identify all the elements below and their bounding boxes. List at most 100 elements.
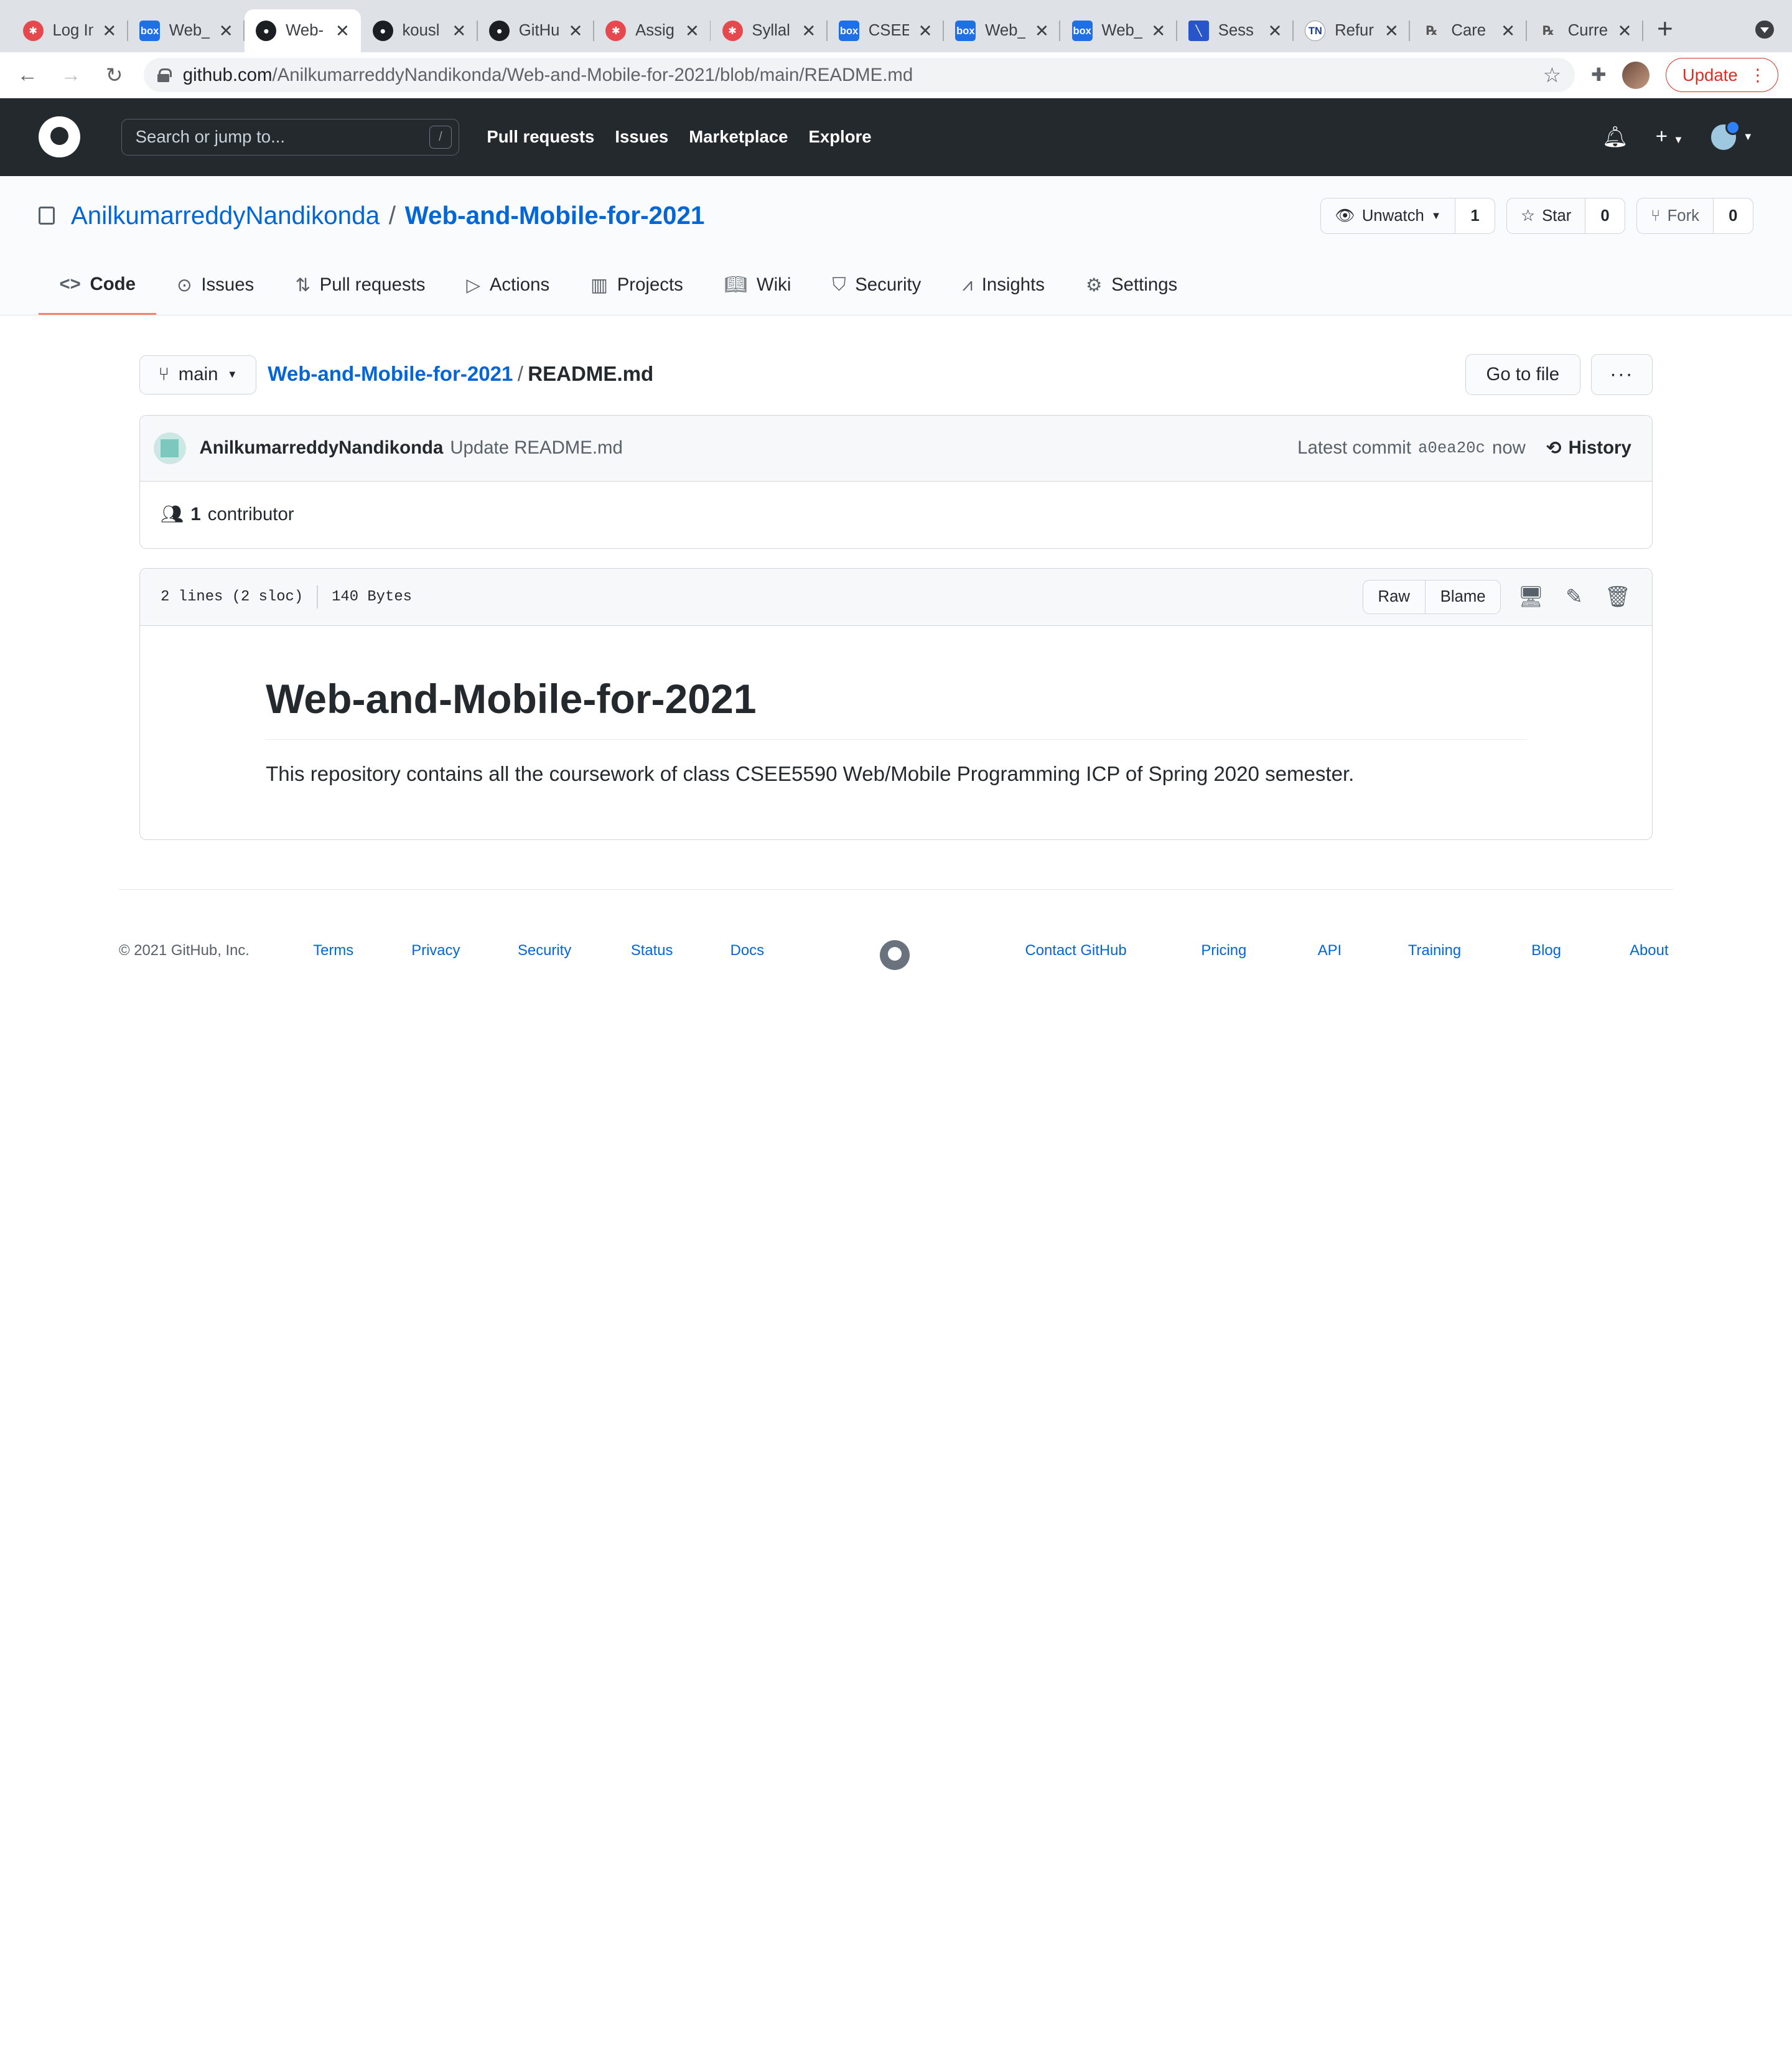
contributors-row[interactable]: 👥︎ 1 contributor	[140, 482, 1652, 548]
user-menu[interactable]: ▼	[1710, 119, 1753, 150]
trash-icon[interactable]: 🗑︎	[1604, 585, 1631, 609]
tab-projects[interactable]: ▥ Projects	[570, 255, 704, 315]
nav-pull-requests[interactable]: Pull requests	[487, 127, 594, 147]
tab-wiki[interactable]: 📖︎ Wiki	[704, 255, 812, 315]
tab-security[interactable]: ⛉ Security	[811, 255, 941, 315]
browser-tab[interactable]: TN Refur ✕	[1294, 9, 1411, 53]
tab-actions[interactable]: ▷ Actions	[446, 255, 571, 315]
address-bar[interactable]: github.com/AnilkumarreddyNandikonda/Web-…	[144, 58, 1575, 93]
footer-link-security[interactable]: Security	[518, 942, 571, 959]
browser-tab[interactable]: ● GitHu ✕	[478, 9, 594, 53]
watch-count[interactable]: 1	[1455, 198, 1495, 234]
footer-link-pricing[interactable]: Pricing	[1201, 942, 1246, 959]
browser-tab[interactable]: box Web_ ✕	[1060, 9, 1177, 53]
footer-link-training[interactable]: Training	[1408, 942, 1461, 959]
desktop-icon[interactable]: 🖥︎	[1517, 585, 1544, 609]
pencil-edit-icon[interactable]: ✎	[1561, 584, 1588, 609]
footer-link-privacy[interactable]: Privacy	[411, 942, 460, 959]
browser-tab[interactable]: ✱ Syllal ✕	[711, 9, 828, 53]
browser-tab[interactable]: ╲ Sess ✕	[1177, 9, 1294, 53]
repo-name-link[interactable]: Web-and-Mobile-for-2021	[405, 201, 705, 230]
rx-icon: ℞	[1542, 24, 1554, 39]
tab-issues[interactable]: ⊙ Issues	[156, 255, 274, 315]
blame-button[interactable]: Blame	[1426, 581, 1501, 613]
update-label: Update	[1682, 65, 1738, 85]
browser-tab[interactable]: ℞ Curre ✕	[1527, 9, 1643, 53]
close-icon[interactable]: ✕	[1151, 21, 1165, 41]
footer-link-terms[interactable]: Terms	[313, 942, 353, 959]
nav-issues[interactable]: Issues	[615, 127, 668, 147]
go-to-file-button[interactable]: Go to file	[1465, 354, 1581, 396]
breadcrumb-repo-link[interactable]: Web-and-Mobile-for-2021	[268, 363, 513, 386]
branch-selector[interactable]: ⑂ main ▼	[139, 355, 256, 394]
author-avatar[interactable]	[154, 432, 186, 465]
file-header: 2 lines (2 sloc) 140 Bytes Raw Blame 🖥︎ …	[140, 568, 1652, 626]
footer-link-blog[interactable]: Blog	[1531, 942, 1561, 959]
forward-arrow-icon[interactable]: →	[57, 63, 85, 87]
fork-button[interactable]: ⑂ Fork	[1637, 198, 1714, 234]
close-icon[interactable]: ✕	[569, 21, 583, 41]
footer-link-contact[interactable]: Contact GitHub	[1025, 942, 1127, 959]
footer-link-api[interactable]: API	[1318, 942, 1342, 959]
create-new-plus-icon[interactable]: + ▼	[1656, 125, 1684, 149]
close-icon[interactable]: ✕	[801, 21, 816, 41]
profile-avatar[interactable]	[1622, 61, 1650, 89]
github-logo-icon[interactable]	[880, 940, 910, 970]
tab-settings[interactable]: ⚙ Settings	[1065, 255, 1198, 315]
reload-icon[interactable]: ↻	[101, 63, 128, 88]
close-icon[interactable]: ✕	[219, 21, 233, 41]
github-logo-icon[interactable]	[39, 116, 80, 158]
close-icon[interactable]: ✕	[1268, 21, 1282, 41]
tab-insights[interactable]: ⩘ Insights	[941, 255, 1065, 315]
tab-title: Log In	[52, 22, 93, 40]
commit-message-link[interactable]: Update README.md	[450, 437, 623, 459]
raw-button[interactable]: Raw	[1363, 580, 1426, 613]
tab-code[interactable]: <> Code	[39, 255, 156, 315]
close-icon[interactable]: ✕	[685, 21, 699, 41]
close-icon[interactable]: ✕	[1035, 21, 1049, 41]
search-input[interactable]: Search or jump to... /	[121, 119, 460, 156]
session-icon: ╲	[1188, 21, 1210, 42]
fork-count[interactable]: 0	[1714, 198, 1753, 234]
star-count[interactable]: 0	[1585, 198, 1625, 234]
browser-tab-active[interactable]: ● Web- ✕	[245, 9, 362, 53]
lock-icon[interactable]	[157, 68, 172, 82]
update-button[interactable]: Update ⋮	[1666, 58, 1778, 93]
readme-content: Web-and-Mobile-for-2021 This repository …	[140, 626, 1652, 837]
repo-tabs: <> Code ⊙ Issues ⇅ Pull requests ▷ Actions ▥…	[39, 255, 1198, 315]
repo-owner-link[interactable]: AnilkumarreddyNandikonda	[71, 201, 380, 230]
extensions-puzzle-icon[interactable]: ✚	[1591, 64, 1607, 86]
browser-tab[interactable]: ℞ Care ✕	[1410, 9, 1527, 53]
commit-sha-link[interactable]: a0ea20c	[1418, 439, 1485, 457]
history-link[interactable]: ⟲ History	[1546, 437, 1631, 459]
browser-tab[interactable]: ● kousl ✕	[361, 9, 478, 53]
close-icon[interactable]: ✕	[1501, 21, 1515, 41]
close-icon[interactable]: ✕	[452, 21, 466, 41]
browser-tab[interactable]: box Web_ ✕	[128, 9, 245, 53]
close-icon[interactable]: ✕	[335, 21, 350, 41]
footer-link-about[interactable]: About	[1630, 942, 1668, 959]
nav-marketplace[interactable]: Marketplace	[689, 127, 788, 147]
tab-pull-requests[interactable]: ⇅ Pull requests	[274, 255, 446, 315]
tab-search-icon[interactable]	[1755, 21, 1774, 39]
new-tab-plus-icon[interactable]: +	[1657, 14, 1673, 45]
footer-link-docs[interactable]: Docs	[730, 942, 764, 959]
bookmark-star-icon[interactable]: ☆	[1543, 63, 1562, 88]
close-icon[interactable]: ✕	[102, 21, 116, 41]
star-button[interactable]: ☆ Star	[1507, 198, 1586, 234]
browser-tab[interactable]: ✱ Assig ✕	[594, 9, 711, 53]
browser-tab[interactable]: box Web_ ✕	[944, 9, 1061, 53]
close-icon[interactable]: ✕	[1384, 21, 1399, 41]
url[interactable]: github.com/AnilkumarreddyNandikonda/Web-…	[183, 65, 913, 86]
more-options-button[interactable]: ···	[1590, 354, 1653, 396]
close-icon[interactable]: ✕	[918, 21, 933, 41]
unwatch-button[interactable]: 👁︎ Unwatch ▼	[1321, 198, 1456, 234]
footer-link-status[interactable]: Status	[631, 942, 673, 959]
nav-explore[interactable]: Explore	[809, 127, 872, 147]
back-arrow-icon[interactable]: ←	[14, 63, 41, 87]
notification-bell-icon[interactable]: 🔔︎	[1602, 125, 1628, 149]
close-icon[interactable]: ✕	[1618, 21, 1632, 41]
commit-author-link[interactable]: AnilkumarreddyNandikonda	[200, 437, 444, 459]
browser-tab[interactable]: box CSEE ✕	[828, 9, 944, 53]
browser-tab[interactable]: ✱ Log In ✕	[11, 9, 128, 53]
